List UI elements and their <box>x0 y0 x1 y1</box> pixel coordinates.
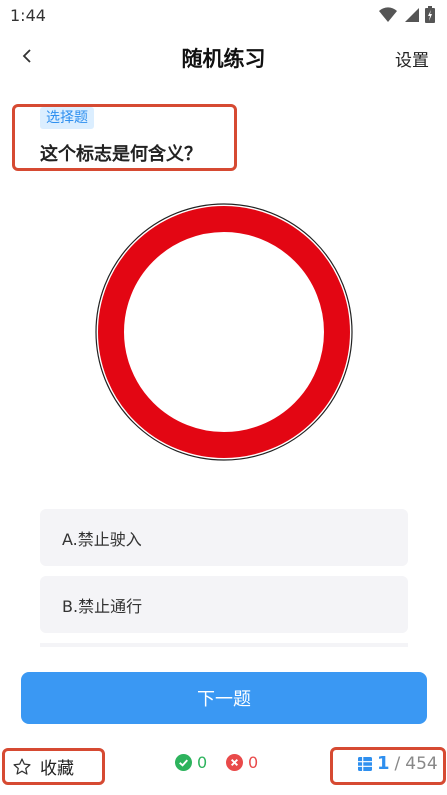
option-a-label: A.禁止驶入 <box>62 529 142 549</box>
signal-icon <box>405 7 419 22</box>
current-question-number: 1 <box>377 753 390 774</box>
question-type-badge: 选择题 <box>40 107 94 129</box>
star-icon <box>13 757 31 775</box>
favorite-button[interactable]: 收藏 <box>12 754 74 779</box>
option-c-partial[interactable] <box>40 643 408 647</box>
question-progress[interactable]: 1 / 454 <box>358 753 438 774</box>
check-circle-icon <box>175 754 192 771</box>
total-question-count: 454 <box>405 753 438 774</box>
correct-count: 0 <box>175 753 207 772</box>
question-text: 这个标志是何含义？ <box>40 144 202 165</box>
option-b[interactable]: B.禁止通行 <box>40 576 408 633</box>
option-b-label: B.禁止通行 <box>62 596 143 616</box>
settings-button[interactable]: 设置 <box>395 46 429 71</box>
page-title: 随机练习 <box>181 47 266 71</box>
favorite-label: 收藏 <box>40 759 74 779</box>
status-icons <box>379 6 435 23</box>
option-a[interactable]: A.禁止驶入 <box>40 509 408 566</box>
correct-count-value: 0 <box>197 753 208 772</box>
battery-icon <box>425 6 435 23</box>
wrong-count: 0 <box>226 753 258 772</box>
wifi-icon <box>379 6 397 22</box>
x-circle-icon <box>226 754 243 771</box>
wrong-count-value: 0 <box>248 753 259 772</box>
progress-separator: / <box>394 753 401 774</box>
status-time: 1:44 <box>10 6 46 25</box>
grid-list-icon <box>358 756 372 771</box>
next-question-button[interactable]: 下一题 <box>21 672 427 724</box>
prohibition-sign-icon <box>95 203 353 461</box>
